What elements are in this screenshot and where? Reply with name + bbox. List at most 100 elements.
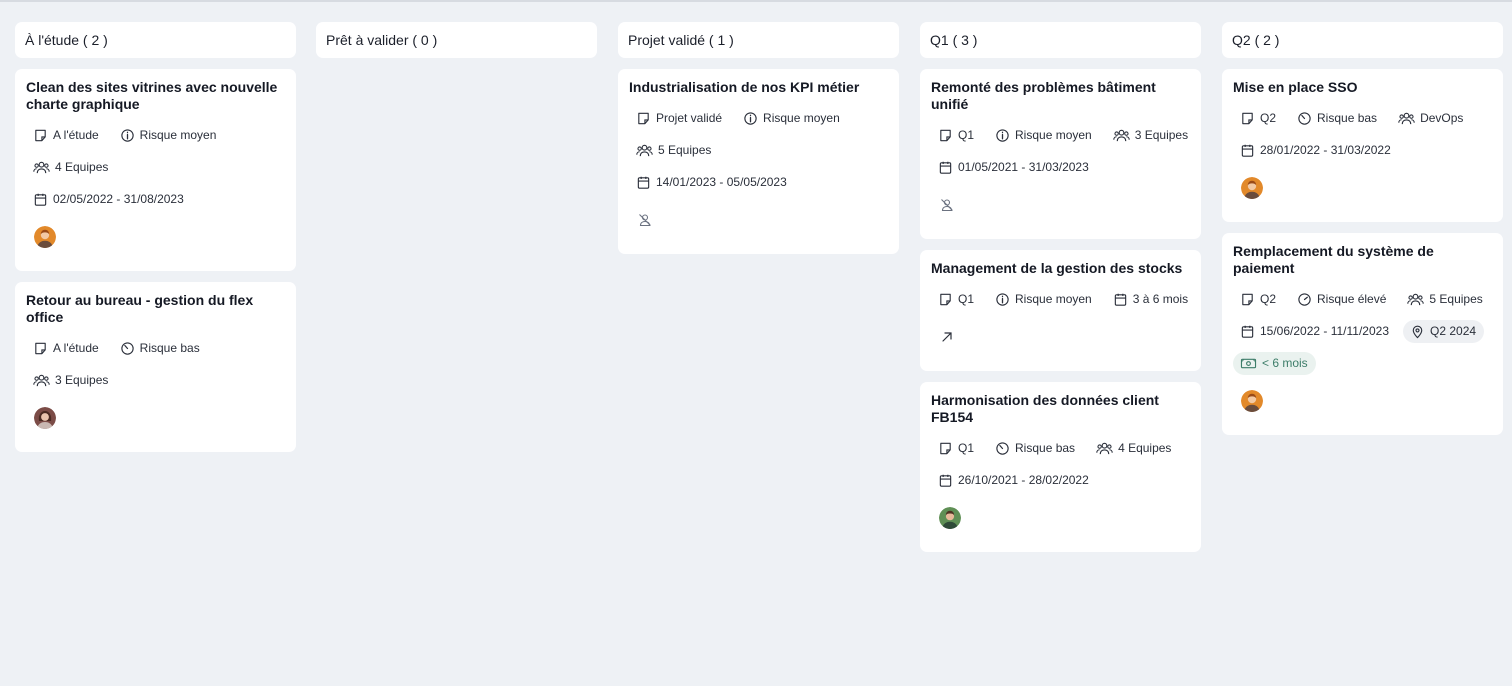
card-meta-row: 01/05/2021 - 31/03/2023 [931,151,1190,183]
project-card[interactable]: Retour au bureau - gestion du flex offic… [15,282,296,452]
card-meta-row: 02/05/2022 - 31/08/2023 [26,183,285,215]
card-meta-row: 28/01/2022 - 31/03/2022 [1233,134,1492,166]
card-status-label: Q2 [1260,292,1277,306]
users-icon [636,143,653,158]
card-status-label: Q1 [958,128,975,142]
calendar-icon [1113,292,1128,307]
column-projet-valide: Projet validé ( 1 ) Industrialisation de… [618,22,899,265]
note-icon [938,292,953,307]
card-owner [931,183,1190,227]
column-header: À l'étude ( 2 ) [15,22,296,58]
card-teams: 5 Equipes [1407,292,1483,307]
card-risk-label: Risque bas [1317,111,1378,125]
gain-label: < 6 mois [1262,356,1308,370]
card-dates-label: 28/01/2022 - 31/03/2022 [1260,143,1391,157]
user-avatar[interactable] [34,407,56,429]
no-user-icon[interactable] [637,212,653,228]
card-status-label: A l'étude [53,128,99,142]
project-card[interactable]: Management de la gestion des stocks Q1 R… [920,250,1201,371]
card-status: Q2 [1240,292,1276,307]
note-icon [33,341,48,356]
column-a-l-etude: À l'étude ( 2 ) Clean des sites vitrines… [15,22,296,463]
column-q2: Q2 ( 2 ) Mise en place SSO Q2 Risque bas… [1222,22,1503,446]
card-teams: 3 Equipes [33,373,108,388]
card-meta-row: A l'étude Risque moyen [26,119,285,151]
arrow-up-right-icon[interactable] [939,329,955,345]
card-dates: 01/05/2021 - 31/03/2023 [938,160,1089,175]
card-teams-label: DevOps [1420,111,1464,125]
project-card[interactable]: Mise en place SSO Q2 Risque bas DevOps 2… [1222,69,1503,222]
card-status: Q1 [938,128,974,143]
project-card[interactable]: Harmonisation des données client FB154 Q… [920,382,1201,552]
card-status: Projet validé [636,111,722,126]
card-title: Clean des sites vitrines avec nouvelle c… [26,79,278,112]
card-dates-label: 14/01/2023 - 05/05/2023 [656,175,787,189]
card-teams: 4 Equipes [1096,441,1171,456]
card-meta-row: Q1 Risque moyen 3 Equipes [931,119,1190,151]
card-dates: 28/01/2022 - 31/03/2022 [1240,143,1391,158]
card-owner [26,396,285,440]
users-icon [1407,292,1424,307]
gauge-high-icon [1297,292,1312,307]
card-duration-label: 3 à 6 mois [1132,292,1189,306]
card-meta-row: Q1 Risque moyen 3 à 6 mois [931,283,1190,315]
users-icon [33,160,50,175]
gauge-low-icon [1297,111,1312,126]
card-risk: Risque bas [995,441,1075,456]
card-risk-label: Risque moyen [1015,128,1092,142]
info-icon [120,128,135,143]
card-title: Management de la gestion des stocks [931,260,1183,276]
card-risk-label: Risque moyen [1015,292,1092,306]
project-card[interactable]: Clean des sites vitrines avec nouvelle c… [15,69,296,271]
card-meta-row: 15/06/2022 - 11/11/2023 Q2 2024 [1233,315,1492,347]
card-meta-row: A l'étude Risque bas [26,332,285,364]
gauge-low-icon [120,341,135,356]
card-status-label: A l'étude [53,341,99,355]
card-status-label: Q1 [958,292,975,306]
card-dates-label: 26/10/2021 - 28/02/2022 [958,473,1089,487]
card-teams: 3 Equipes [1113,128,1188,143]
card-dates: 15/06/2022 - 11/11/2023 [1240,324,1389,339]
card-risk-label: Risque bas [139,341,200,355]
column-cards: Clean des sites vitrines avec nouvelle c… [15,69,296,452]
project-card[interactable]: Remonté des problèmes bâtiment unifié Q1… [920,69,1201,239]
user-avatar[interactable] [939,507,961,529]
card-title: Remplacement du système de paiement [1233,243,1434,276]
kanban-board: À l'étude ( 2 ) Clean des sites vitrines… [0,0,1512,686]
column-header: Prêt à valider ( 0 ) [316,22,597,58]
card-risk: Risque bas [120,341,200,356]
card-teams: 5 Equipes [636,143,711,158]
card-meta-row: Projet validé Risque moyen [629,102,888,134]
card-teams: DevOps [1398,111,1463,126]
card-meta-row: Q2 Risque bas DevOps [1233,102,1492,134]
card-duration: 3 à 6 mois [1113,292,1188,307]
card-meta-row: 4 Equipes [26,151,285,183]
user-avatar[interactable] [1241,390,1263,412]
card-risk: Risque élevé [1297,292,1386,307]
column-header: Q1 ( 3 ) [920,22,1201,58]
calendar-icon [938,473,953,488]
milestone-badge: Q2 2024 [1403,319,1485,343]
gauge-low-icon [995,441,1010,456]
card-dates: 14/01/2023 - 05/05/2023 [636,175,787,190]
card-dates: 02/05/2022 - 31/08/2023 [33,192,184,207]
project-card[interactable]: Industrialisation de nos KPI métier Proj… [618,69,899,254]
users-icon [1398,111,1415,126]
card-owner [1233,379,1492,423]
gain-badge: < 6 mois [1233,351,1316,375]
card-status: Q1 [938,292,974,307]
card-teams-label: 3 Equipes [55,373,109,387]
card-status: A l'étude [33,341,99,356]
card-dates-label: 02/05/2022 - 31/08/2023 [53,192,184,206]
calendar-icon [938,160,953,175]
project-card[interactable]: Remplacement du système de paiement Q2 R… [1222,233,1503,435]
card-teams-label: 5 Equipes [658,143,712,157]
map-pin-icon [1410,324,1425,339]
card-dates-label: 01/05/2021 - 31/03/2023 [958,160,1089,174]
card-title: Remonté des problèmes bâtiment unifié [931,79,1156,112]
no-user-icon[interactable] [939,197,955,213]
user-avatar[interactable] [34,226,56,248]
users-icon [1096,441,1113,456]
user-avatar[interactable] [1241,177,1263,199]
card-title: Retour au bureau - gestion du flex offic… [26,292,254,325]
